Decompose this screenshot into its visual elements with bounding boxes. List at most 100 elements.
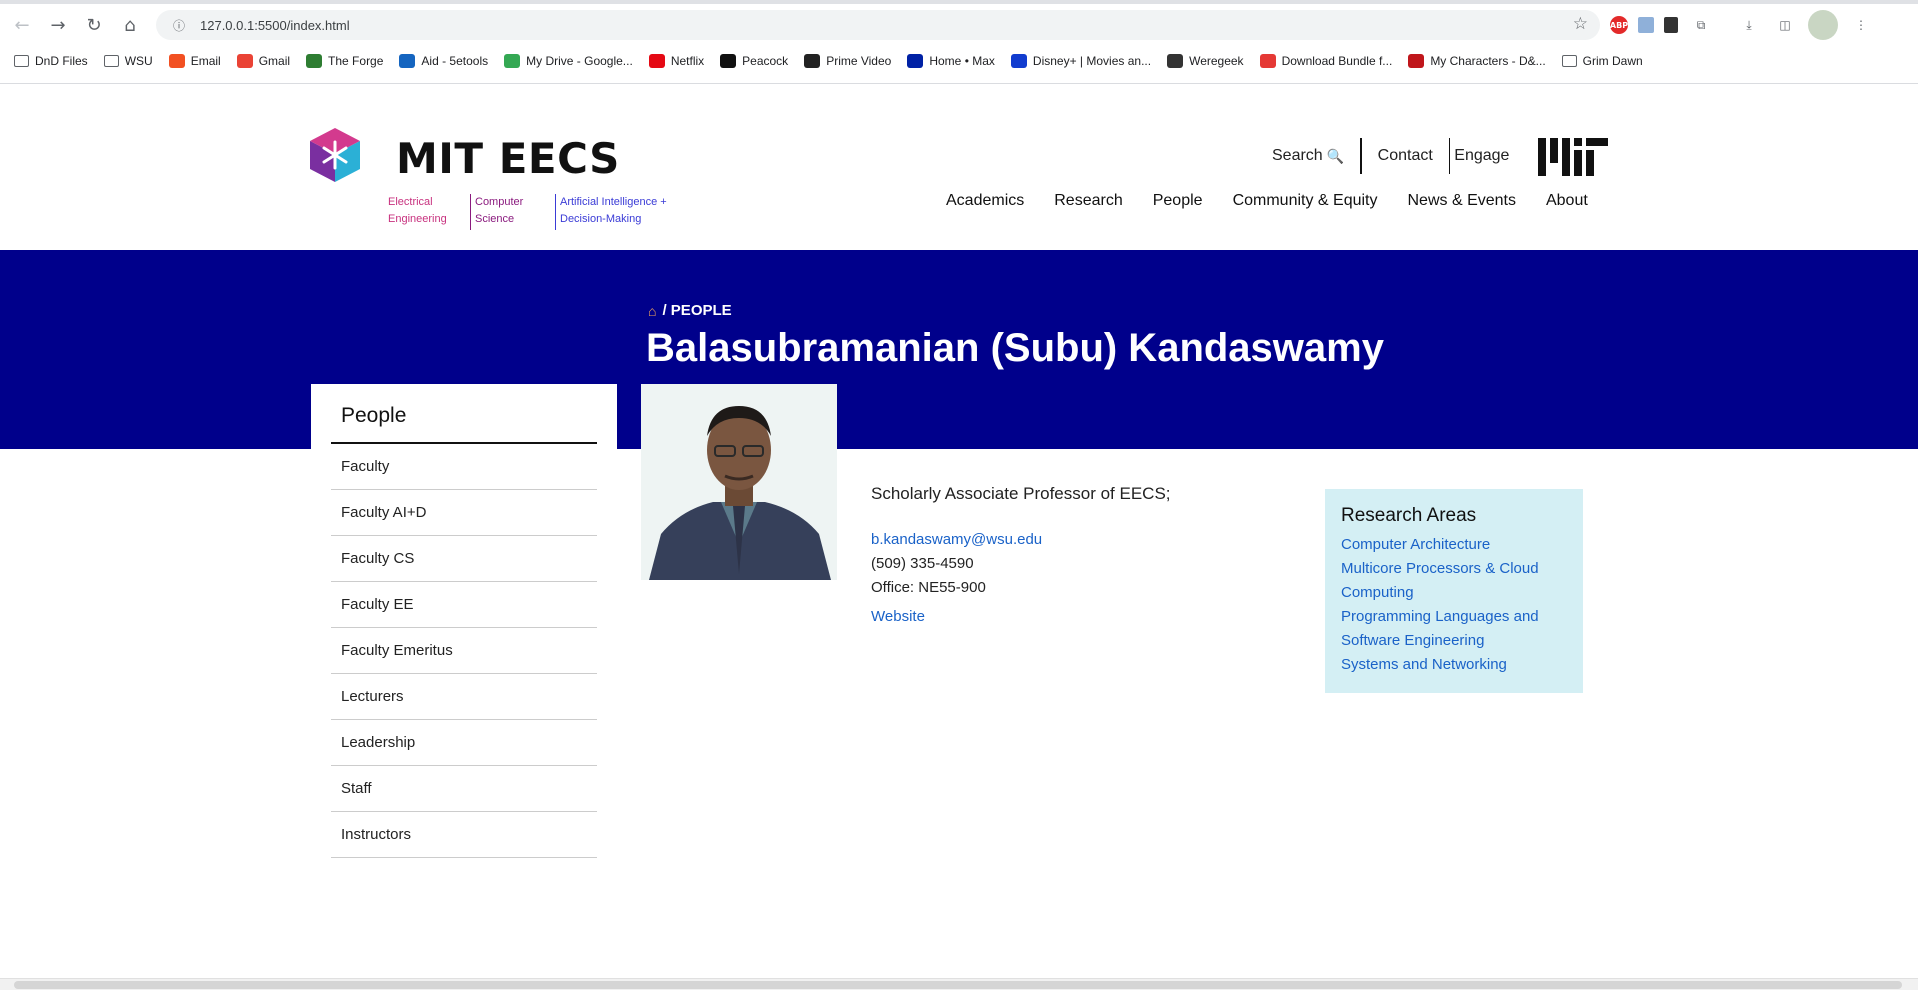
bookmark-label: Weregeek	[1189, 54, 1244, 68]
engage-link[interactable]: Engage	[1450, 138, 1525, 174]
bookmark-label: The Forge	[328, 54, 384, 68]
bookmark-label: WSU	[124, 54, 153, 68]
bookmark-star-icon[interactable]: ☆	[1573, 14, 1588, 34]
url-text[interactable]: 127.0.0.1:5500/index.html	[200, 18, 350, 33]
research-areas-box: Research Areas Computer Architecture Mult…	[1325, 489, 1583, 693]
address-bar[interactable]: ⓘ 127.0.0.1:5500/index.html ☆	[156, 10, 1600, 40]
bookmark-item[interactable]: Email	[163, 49, 227, 73]
bookmark-label: Download Bundle f...	[1281, 54, 1393, 68]
dndbeyond-icon	[1408, 54, 1425, 68]
folder-icon	[1561, 55, 1577, 67]
bookmark-item[interactable]: Aid - 5etools	[393, 49, 494, 73]
sidebar-item-faculty-ai-d[interactable]: Faculty AI+D	[331, 490, 597, 536]
side-panel-icon[interactable]: ◫	[1772, 12, 1798, 38]
bookmark-item[interactable]: DnD Files	[8, 49, 94, 73]
main-navigation: Academics Research People Community & Equit…	[946, 192, 1618, 210]
sidebar-item-leadership[interactable]: Leadership	[331, 720, 597, 766]
sidebar-item-instructors[interactable]: Instructors	[331, 812, 597, 858]
folder-icon	[14, 55, 29, 67]
bookmark-item[interactable]: Peacock	[714, 49, 794, 73]
horizontal-scrollbar[interactable]	[0, 978, 1918, 990]
menu-kebab-icon[interactable]: ⋮	[1848, 12, 1874, 38]
bookmark-item[interactable]: Weregeek	[1161, 49, 1249, 73]
bookmark-item[interactable]: My Drive - Google...	[498, 49, 639, 73]
sidebar-title[interactable]: People	[331, 384, 597, 444]
google-drive-icon	[504, 54, 521, 68]
logo-subtitle-ee: Electrical Engineering	[388, 196, 447, 225]
eecs-cube-logo-icon[interactable]	[310, 128, 360, 182]
bookmark-label: Netflix	[670, 54, 705, 68]
research-area-link[interactable]: Systems and Networking	[1341, 653, 1567, 677]
bookmark-item[interactable]: Home • Max	[901, 49, 1001, 73]
tab-strip	[0, 0, 1918, 4]
sidebar-item-faculty[interactable]: Faculty	[331, 444, 597, 490]
home-button-icon[interactable]: ⌂	[112, 7, 148, 43]
bookmark-label: Peacock	[742, 54, 789, 68]
download-icon[interactable]: ⤓	[1736, 12, 1762, 38]
mit-logo-icon[interactable]	[1538, 138, 1608, 176]
adblock-extension-icon[interactable]: ABP	[1610, 16, 1628, 34]
bookmark-item[interactable]: Download Bundle f...	[1254, 49, 1399, 73]
bookmark-item[interactable]: Disney+ | Movies an...	[1005, 49, 1157, 73]
bookmark-label: Aid - 5etools	[421, 54, 489, 68]
disney-icon	[1010, 54, 1027, 68]
search-link[interactable]: Search 🔍	[1256, 138, 1360, 174]
nav-news-events[interactable]: News & Events	[1408, 192, 1516, 210]
bookmark-item[interactable]: WSU	[98, 49, 159, 73]
extension-icon[interactable]	[1638, 17, 1654, 33]
research-area-link[interactable]: Multicore Processors & Cloud Computing	[1341, 557, 1567, 605]
puzzle-extensions-icon[interactable]: ⧉	[1688, 12, 1714, 38]
bookmark-label: Home • Max	[929, 54, 995, 68]
bookmark-item[interactable]: Gmail	[231, 49, 296, 73]
scrollbar-thumb[interactable]	[14, 981, 1902, 989]
pdf-icon	[1259, 54, 1276, 68]
max-icon	[907, 54, 924, 68]
profile-info: Scholarly Associate Professor of EECS; b…	[871, 484, 1171, 625]
page-title: Balasubramanian (Subu) Kandaswamy	[646, 326, 1384, 370]
nav-research[interactable]: Research	[1054, 192, 1122, 210]
bookmark-item[interactable]: Grim Dawn	[1556, 49, 1649, 73]
logo-subtitle-cs: Computer Science	[470, 194, 534, 230]
nav-academics[interactable]: Academics	[946, 192, 1024, 210]
folder-icon	[103, 55, 119, 67]
sidebar-item-faculty-cs[interactable]: Faculty CS	[331, 536, 597, 582]
extensions-area: ABP ⧉ ⤓ ◫ ⋮	[1610, 10, 1874, 40]
nav-about[interactable]: About	[1546, 192, 1588, 210]
amazon-icon	[804, 54, 821, 68]
search-label: Search	[1272, 147, 1323, 164]
sidebar-item-lecturers[interactable]: Lecturers	[331, 674, 597, 720]
breadcrumb-people[interactable]: / PEOPLE	[662, 302, 731, 319]
peacock-icon	[720, 54, 737, 68]
bookmark-item[interactable]: My Characters - D&...	[1402, 49, 1551, 73]
research-area-link[interactable]: Computer Architecture	[1341, 533, 1567, 557]
nav-community-equity[interactable]: Community & Equity	[1233, 192, 1378, 210]
browser-chrome: ← → ↻ ⌂ ⓘ 127.0.0.1:5500/index.html ☆ AB…	[0, 0, 1918, 84]
website-link[interactable]: Website	[871, 608, 1171, 625]
back-icon[interactable]: ←	[4, 7, 40, 43]
research-area-link[interactable]: Programming Languages and Software Engin…	[1341, 605, 1567, 653]
home-icon[interactable]: ⌂	[648, 303, 656, 319]
sidebar-item-faculty-emeritus[interactable]: Faculty Emeritus	[331, 628, 597, 674]
profile-avatar[interactable]	[1808, 10, 1838, 40]
notes-extension-icon[interactable]	[1664, 17, 1678, 33]
nav-people[interactable]: People	[1153, 192, 1203, 210]
contact-link[interactable]: Contact	[1362, 138, 1449, 174]
bookmark-item[interactable]: Netflix	[643, 49, 710, 73]
bookmarks-bar: DnD Files WSU Email Gmail The Forge Aid - 5et…	[8, 48, 1649, 74]
bookmark-label: My Characters - D&...	[1430, 54, 1546, 68]
5etools-icon	[399, 54, 416, 68]
site-header: MIT EECS Electrical Engineering Computer…	[0, 84, 1918, 250]
phone-number: (509) 335-4590	[871, 555, 974, 572]
site-logo-title[interactable]: MIT EECS	[396, 134, 620, 183]
sidebar-item-staff[interactable]: Staff	[331, 766, 597, 812]
site-info-icon[interactable]: ⓘ	[168, 14, 190, 36]
sidebar-item-faculty-ee[interactable]: Faculty EE	[331, 582, 597, 628]
sidebar: People Faculty Faculty AI+D Faculty CS Facu…	[311, 384, 617, 858]
bookmark-label: Grim Dawn	[1582, 54, 1643, 68]
bookmark-item[interactable]: Prime Video	[798, 49, 897, 73]
netflix-icon	[648, 54, 665, 68]
reload-icon[interactable]: ↻	[76, 7, 112, 43]
forward-icon[interactable]: →	[40, 7, 76, 43]
email-link[interactable]: b.kandaswamy@wsu.edu	[871, 528, 1171, 552]
bookmark-item[interactable]: The Forge	[300, 49, 389, 73]
